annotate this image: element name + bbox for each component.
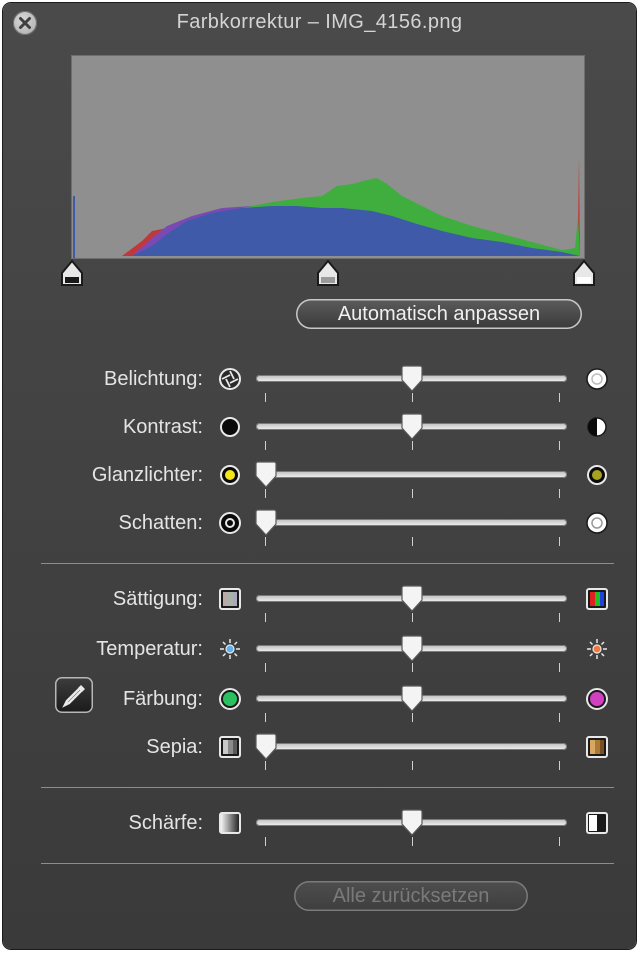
tint-row: Färbung: [3, 679, 636, 722]
sharpness-slider-knob[interactable] [400, 809, 424, 837]
slider-tick [265, 837, 266, 846]
color-correction-panel: Farbkorrektur – IMG_4156.png Automatisch… [3, 3, 636, 949]
exposure-row: Belichtung: [3, 359, 636, 402]
temperature-slider-knob[interactable] [400, 635, 424, 663]
title-bar[interactable]: Farbkorrektur – IMG_4156.png [3, 3, 636, 43]
exposure-label: Belichtung: [104, 368, 203, 390]
highlights-row: Glanzlichter: [3, 455, 636, 498]
section-divider [41, 863, 614, 864]
slider-tick [265, 441, 266, 450]
slider-tick [265, 489, 266, 498]
highlights-label: Glanzlichter: [91, 464, 203, 486]
rgb-swatch-icon [585, 587, 609, 611]
temperature-row: Temperatur: [3, 629, 636, 672]
slider-tick [559, 713, 560, 722]
sharp-edge-icon [585, 811, 609, 835]
saturation-row: Sättigung: [3, 579, 636, 622]
slider-tick [412, 663, 413, 672]
soft-gradient-icon [218, 811, 242, 835]
slider-tick [265, 537, 266, 546]
white-circle-icon [585, 511, 609, 535]
black-dot-icon [218, 415, 242, 439]
sepia-slider-track[interactable] [256, 743, 567, 750]
slider-tick [559, 663, 560, 672]
saturation-label: Sättigung: [112, 588, 203, 610]
cool-sun-icon [218, 637, 242, 661]
yellow-dot-icon [218, 463, 242, 487]
temperature-label: Temperatur: [96, 638, 203, 660]
sharpness-label: Schärfe: [128, 812, 203, 834]
section-divider [41, 787, 614, 788]
sepia-label: Sepia: [146, 736, 203, 758]
slider-tick [412, 837, 413, 846]
magenta-dot-icon [585, 687, 609, 711]
white-point-handle[interactable] [571, 259, 597, 287]
section-divider [41, 563, 614, 564]
half-circle-icon [585, 415, 609, 439]
midpoint-handle[interactable] [315, 259, 341, 287]
shadows-slider-track[interactable] [256, 519, 567, 526]
auto-adjust-button[interactable]: Automatisch anpassen [296, 299, 582, 329]
sharpness-row: Schärfe: [3, 803, 636, 846]
slider-tick [412, 393, 413, 402]
histogram [71, 55, 585, 259]
reset-all-button[interactable]: Alle zurücksetzen [294, 881, 528, 911]
contrast-label: Kontrast: [122, 416, 203, 438]
slider-tick [265, 713, 266, 722]
slider-tick [559, 837, 560, 846]
black-point-handle[interactable] [59, 259, 85, 287]
slider-tick [559, 761, 560, 770]
sepia-row: Sepia: [3, 727, 636, 770]
sepia-slider-knob[interactable] [254, 733, 278, 761]
black-ring-icon [218, 511, 242, 535]
slider-tick [412, 537, 413, 546]
shadows-row: Schatten: [3, 503, 636, 546]
highlights-slider-track[interactable] [256, 471, 567, 478]
slider-tick [265, 761, 266, 770]
shadows-label: Schatten: [118, 512, 203, 534]
bright-circle-icon [585, 367, 609, 391]
exposure-slider-knob[interactable] [400, 365, 424, 393]
slider-tick [412, 489, 413, 498]
slider-tick [265, 393, 266, 402]
shadows-slider-knob[interactable] [254, 509, 278, 537]
window-title: Farbkorrektur – IMG_4156.png [176, 11, 463, 33]
warm-sun-icon [585, 637, 609, 661]
desaturated-swatch-icon [218, 587, 242, 611]
contrast-row: Kontrast: [3, 407, 636, 450]
contrast-slider-knob[interactable] [400, 413, 424, 441]
slider-tick [412, 441, 413, 450]
slider-tick [559, 393, 560, 402]
gray-swatch-icon [218, 735, 242, 759]
aperture-icon [218, 367, 242, 391]
tint-label: Färbung: [122, 688, 203, 710]
slider-tick [265, 613, 266, 622]
saturation-slider-knob[interactable] [400, 585, 424, 613]
highlights-slider-knob[interactable] [254, 461, 278, 489]
dark-yellow-dot-icon [585, 463, 609, 487]
sepia-swatch-icon [585, 735, 609, 759]
slider-tick [559, 441, 560, 450]
tint-slider-knob[interactable] [400, 685, 424, 713]
histogram-blue [72, 206, 580, 256]
green-dot-icon [218, 687, 242, 711]
slider-tick [412, 613, 413, 622]
slider-tick [412, 713, 413, 722]
slider-tick [559, 537, 560, 546]
slider-tick [412, 761, 413, 770]
slider-tick [559, 489, 560, 498]
slider-tick [559, 613, 560, 622]
slider-tick [265, 663, 266, 672]
